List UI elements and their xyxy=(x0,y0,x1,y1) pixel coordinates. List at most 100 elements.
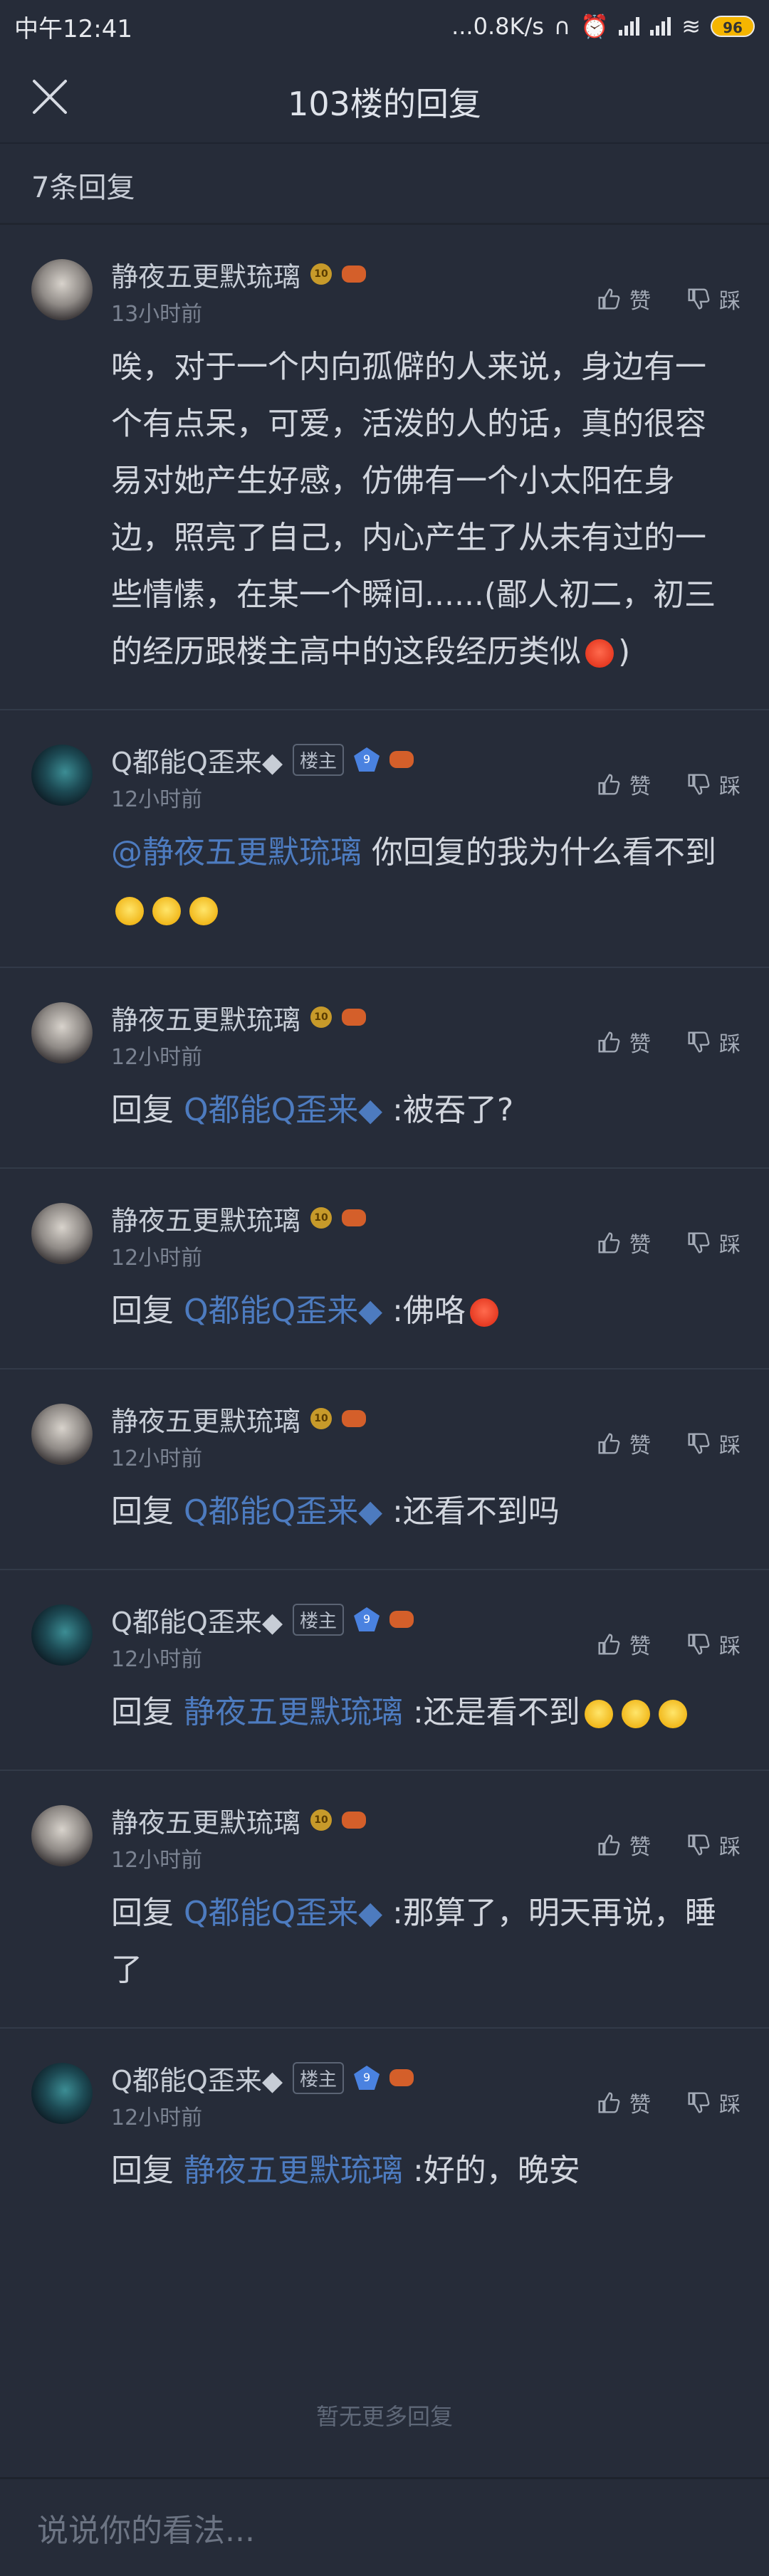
comment-item: Q都能Q歪来◆ 楼主 9 12小时前 赞 踩 @静夜五更默琉璃 你回复的我为什么… xyxy=(0,710,769,968)
scared-emoji-icon xyxy=(189,897,218,925)
username[interactable]: Q都能Q歪来◆ xyxy=(111,2059,283,2098)
dislike-button[interactable]: 踩 xyxy=(685,1227,741,1258)
header: 103楼的回复 xyxy=(0,53,769,144)
username[interactable]: Q都能Q歪来◆ xyxy=(111,1600,283,1639)
like-label: 赞 xyxy=(629,1434,651,1458)
thumb-up-icon xyxy=(598,288,620,310)
thumb-up-icon xyxy=(598,774,620,795)
comment-item: Q都能Q歪来◆ 楼主 9 12小时前 赞 踩 回复 静夜五更默琉璃 :好的，晚安 xyxy=(0,2029,769,2228)
like-button[interactable]: 赞 xyxy=(595,2087,651,2118)
username[interactable]: 静夜五更默琉璃 xyxy=(111,1199,300,1238)
game-badge-icon xyxy=(342,1209,367,1226)
like-button[interactable]: 赞 xyxy=(595,769,651,800)
comment-text: 回复 Q都能Q歪来◆ :还看不到吗 xyxy=(111,1483,733,1540)
comment-text: 回复 Q都能Q歪来◆ :佛咯 xyxy=(111,1283,733,1340)
like-button[interactable]: 赞 xyxy=(595,1227,651,1258)
mention-link[interactable]: Q都能Q歪来◆ xyxy=(184,1092,382,1128)
game-badge-icon xyxy=(342,1009,367,1026)
avatar[interactable] xyxy=(31,745,93,806)
dislike-button[interactable]: 踩 xyxy=(685,769,741,800)
alarm-icon: ⏰ xyxy=(580,13,610,40)
avatar[interactable] xyxy=(31,259,93,320)
dislike-button[interactable]: 踩 xyxy=(685,1829,741,1861)
wifi-icon: ≋ xyxy=(681,13,701,40)
vip-badge-icon: 9 xyxy=(354,2066,380,2090)
dislike-button[interactable]: 踩 xyxy=(685,283,741,315)
dislike-label: 踩 xyxy=(719,1233,741,1258)
mention-link[interactable]: Q都能Q歪来◆ xyxy=(184,1293,382,1329)
reply-count: 7条回复 xyxy=(0,147,769,225)
comment-body: :佛咯 xyxy=(382,1293,466,1329)
avatar[interactable] xyxy=(31,1604,93,1666)
crying-emoji-icon xyxy=(584,1700,613,1728)
comment-input[interactable]: 说说你的看法... xyxy=(0,2477,769,2576)
reply-prefix: 回复 xyxy=(111,2152,184,2189)
vip-badge-icon: 9 xyxy=(354,747,380,772)
no-more-replies: 暂无更多回复 xyxy=(315,2403,453,2430)
comment-item: 静夜五更默琉璃 10 12小时前 赞 踩 回复 Q都能Q歪来◆ :还看不到吗 xyxy=(0,1370,769,1570)
dislike-button[interactable]: 踩 xyxy=(685,2087,741,2118)
reply-prefix: 回复 xyxy=(111,1092,184,1128)
level-badge-icon: 10 xyxy=(310,263,333,285)
thumb-down-icon xyxy=(688,1634,710,1655)
status-icons: ...0.8K/s ∩ ⏰ ≋ 96 xyxy=(451,13,755,40)
username[interactable]: Q都能Q歪来◆ xyxy=(111,740,283,779)
crying-emoji-icon xyxy=(658,1700,687,1728)
comment-text: 回复 静夜五更默琉璃 :好的，晚安 xyxy=(111,2143,733,2199)
comment-body: 唉，对于一个内向孤僻的人来说，身边有一个有点呆，可爱，活泼的人的话，真的很容易对… xyxy=(111,349,716,670)
dislike-label: 踩 xyxy=(719,1835,741,1860)
like-label: 赞 xyxy=(629,2093,651,2118)
thumb-down-icon xyxy=(688,2092,710,2113)
comment-body: :还看不到吗 xyxy=(382,1493,560,1530)
dislike-label: 踩 xyxy=(719,774,741,799)
mention-link[interactable]: @静夜五更默琉璃 xyxy=(111,834,362,871)
owner-badge: 楼主 xyxy=(293,2061,345,2094)
dislike-button[interactable]: 踩 xyxy=(685,1026,741,1058)
game-badge-icon xyxy=(389,1611,414,1628)
comment-item: 静夜五更默琉璃 10 12小时前 赞 踩 回复 Q都能Q歪来◆ :被吞了? xyxy=(0,968,769,1169)
username[interactable]: 静夜五更默琉璃 xyxy=(111,998,300,1037)
page-title: 103楼的回复 xyxy=(288,85,481,123)
level-badge-icon: 10 xyxy=(310,1809,333,1831)
dislike-button[interactable]: 踩 xyxy=(685,1629,741,1660)
mention-link[interactable]: Q都能Q歪来◆ xyxy=(184,1895,382,1931)
owner-badge: 楼主 xyxy=(293,1603,345,1636)
avatar[interactable] xyxy=(31,1002,93,1063)
angry-emoji-icon xyxy=(585,639,614,668)
username[interactable]: 静夜五更默琉璃 xyxy=(111,1399,300,1439)
mention-link[interactable]: Q都能Q歪来◆ xyxy=(184,1493,382,1530)
signal-icon-2 xyxy=(650,17,671,36)
mention-link[interactable]: 静夜五更默琉璃 xyxy=(184,1694,403,1730)
comment-text: 回复 Q都能Q歪来◆ :那算了，明天再说，睡了 xyxy=(111,1885,733,1999)
like-label: 赞 xyxy=(629,1634,651,1659)
like-button[interactable]: 赞 xyxy=(595,1428,651,1459)
like-button[interactable]: 赞 xyxy=(595,1026,651,1058)
dislike-button[interactable]: 踩 xyxy=(685,1428,741,1459)
username[interactable]: 静夜五更默琉璃 xyxy=(111,255,300,294)
avatar[interactable] xyxy=(31,1203,93,1264)
avatar[interactable] xyxy=(31,1404,93,1465)
game-badge-icon xyxy=(342,1410,367,1427)
vip-badge-icon: 9 xyxy=(354,1607,380,1631)
game-badge-icon xyxy=(342,1812,367,1829)
owner-badge: 楼主 xyxy=(293,743,345,776)
game-badge-icon xyxy=(342,266,367,283)
dislike-label: 踩 xyxy=(719,289,741,314)
thumb-up-icon xyxy=(598,1433,620,1454)
battery-icon: 96 xyxy=(711,16,755,37)
level-badge-icon: 10 xyxy=(310,1207,333,1229)
like-button[interactable]: 赞 xyxy=(595,1629,651,1660)
mention-link[interactable]: 静夜五更默琉璃 xyxy=(184,2152,403,2189)
username[interactable]: 静夜五更默琉璃 xyxy=(111,1801,300,1840)
comment-text: 回复 静夜五更默琉璃 :还是看不到 xyxy=(111,1684,733,1741)
comment-body-end: ) xyxy=(618,634,631,670)
avatar[interactable] xyxy=(31,2063,93,2124)
comment-text: @静夜五更默琉璃 你回复的我为什么看不到 xyxy=(111,824,733,938)
comment-item: 静夜五更默琉璃 10 13小时前 赞 踩 唉，对于一个内向孤僻的人来说，身边有一… xyxy=(0,225,769,710)
dislike-label: 踩 xyxy=(719,2093,741,2118)
thumb-up-icon xyxy=(598,1834,620,1856)
like-button[interactable]: 赞 xyxy=(595,1829,651,1861)
like-button[interactable]: 赞 xyxy=(595,283,651,315)
thumb-up-icon xyxy=(598,1031,620,1053)
avatar[interactable] xyxy=(31,1805,93,1866)
